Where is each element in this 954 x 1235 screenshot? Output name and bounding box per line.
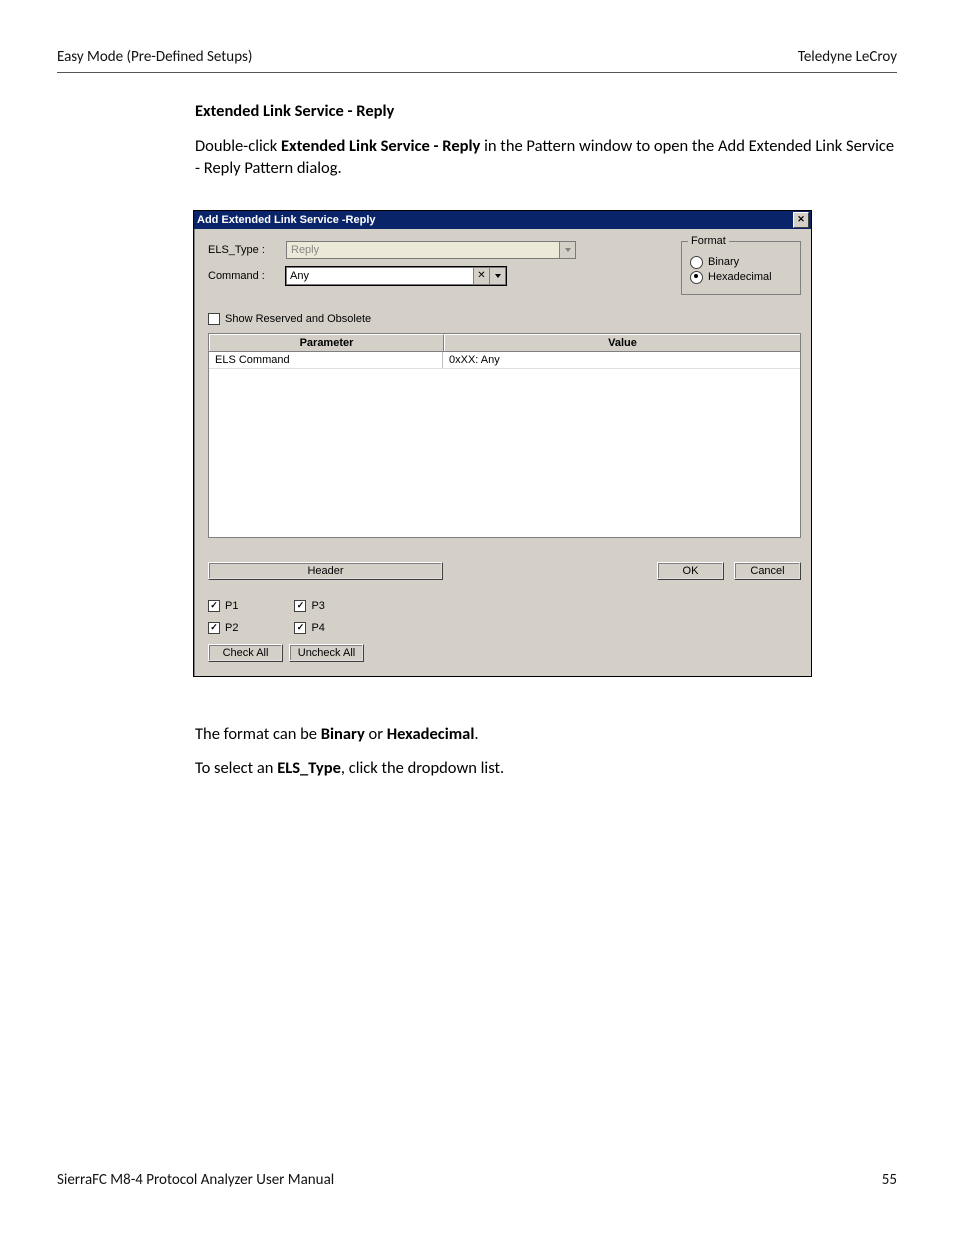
page-footer: SierraFC M8-4 Protocol Analyzer User Man… <box>57 1171 897 1189</box>
format-legend: Format <box>688 235 729 247</box>
header-left: Easy Mode (Pre-Defined Setups) <box>57 48 252 66</box>
dialog-titlebar: Add Extended Link Service -Reply ✕ <box>194 211 811 229</box>
add-els-reply-dialog: Add Extended Link Service -Reply ✕ ELS_T… <box>193 210 812 677</box>
format-note: The format can be Binary or Hexadecimal. <box>195 723 897 745</box>
radio-icon <box>690 256 703 269</box>
checkbox-icon <box>294 622 306 634</box>
radio-binary[interactable]: Binary <box>690 256 792 269</box>
p4-label: P4 <box>311 622 324 634</box>
checkbox-p3[interactable]: P3 <box>294 600 324 612</box>
p3-label: P3 <box>311 600 324 612</box>
check-all-button[interactable]: Check All <box>208 644 283 662</box>
radio-hex[interactable]: Hexadecimal <box>690 271 792 284</box>
footer-page-number: 55 <box>882 1171 897 1189</box>
command-label: Command : <box>208 270 286 282</box>
col-value: Value <box>444 334 800 351</box>
txt-bold: ELS_Type <box>277 758 341 778</box>
header-right: Teledyne LeCroy <box>798 48 897 66</box>
uncheck-all-button[interactable]: Uncheck All <box>289 644 364 662</box>
intro-bold: Extended Link Service - Reply <box>281 136 480 156</box>
txt: The format can be <box>195 724 321 744</box>
checkbox-icon <box>208 600 220 612</box>
txt-bold: Hexadecimal <box>387 724 475 744</box>
cancel-button[interactable]: Cancel <box>734 562 801 580</box>
radio-binary-label: Binary <box>708 256 739 268</box>
intro-pre: Double-click <box>195 136 281 156</box>
txt: or <box>365 724 387 744</box>
els-type-value: Reply <box>287 244 559 256</box>
radio-icon <box>690 271 703 284</box>
col-parameter: Parameter <box>209 334 444 351</box>
txt-bold: Binary <box>321 724 365 744</box>
chevron-down-icon <box>559 242 575 258</box>
txt: . <box>474 724 478 744</box>
els-type-dropdown[interactable]: Reply <box>286 241 576 259</box>
clear-icon[interactable]: ✕ <box>473 268 489 284</box>
p2-label: P2 <box>225 622 238 634</box>
els-type-label: ELS_Type : <box>208 244 286 256</box>
ok-button[interactable]: OK <box>657 562 724 580</box>
txt: To select an <box>195 758 277 778</box>
command-dropdown[interactable]: Any ✕ <box>286 267 506 285</box>
footer-left: SierraFC M8-4 Protocol Analyzer User Man… <box>57 1171 334 1189</box>
checkbox-icon <box>208 622 220 634</box>
checkbox-p2[interactable]: P2 <box>208 622 238 634</box>
checkbox-p4[interactable]: P4 <box>294 622 324 634</box>
intro-paragraph: Double-click Extended Link Service - Rep… <box>195 135 897 180</box>
dialog-title: Add Extended Link Service -Reply <box>197 214 376 226</box>
txt: , click the dropdown list. <box>341 758 504 778</box>
table-row[interactable]: ELS Command 0xXX: Any <box>209 352 800 369</box>
checkbox-p1[interactable]: P1 <box>208 600 238 612</box>
checkbox-icon <box>208 313 220 325</box>
chevron-down-icon[interactable] <box>489 268 505 284</box>
close-icon[interactable]: ✕ <box>793 212 809 228</box>
checkbox-icon <box>294 600 306 612</box>
cell-value: 0xXX: Any <box>443 352 800 368</box>
els-type-note: To select an ELS_Type, click the dropdow… <box>195 757 897 779</box>
parameter-table: Parameter Value ELS Command 0xXX: Any <box>208 333 801 538</box>
section-title: Extended Link Service - Reply <box>195 101 897 121</box>
page-header: Easy Mode (Pre-Defined Setups) Teledyne … <box>0 0 954 73</box>
p1-label: P1 <box>225 600 238 612</box>
format-groupbox: Format Binary Hexadecimal <box>681 241 801 295</box>
header-button[interactable]: Header <box>208 562 443 580</box>
command-value: Any <box>287 270 473 282</box>
show-reserved-label: Show Reserved and Obsolete <box>225 313 371 325</box>
cell-parameter: ELS Command <box>209 352 443 368</box>
show-reserved-checkbox[interactable]: Show Reserved and Obsolete <box>208 313 801 325</box>
radio-hex-label: Hexadecimal <box>708 271 772 283</box>
